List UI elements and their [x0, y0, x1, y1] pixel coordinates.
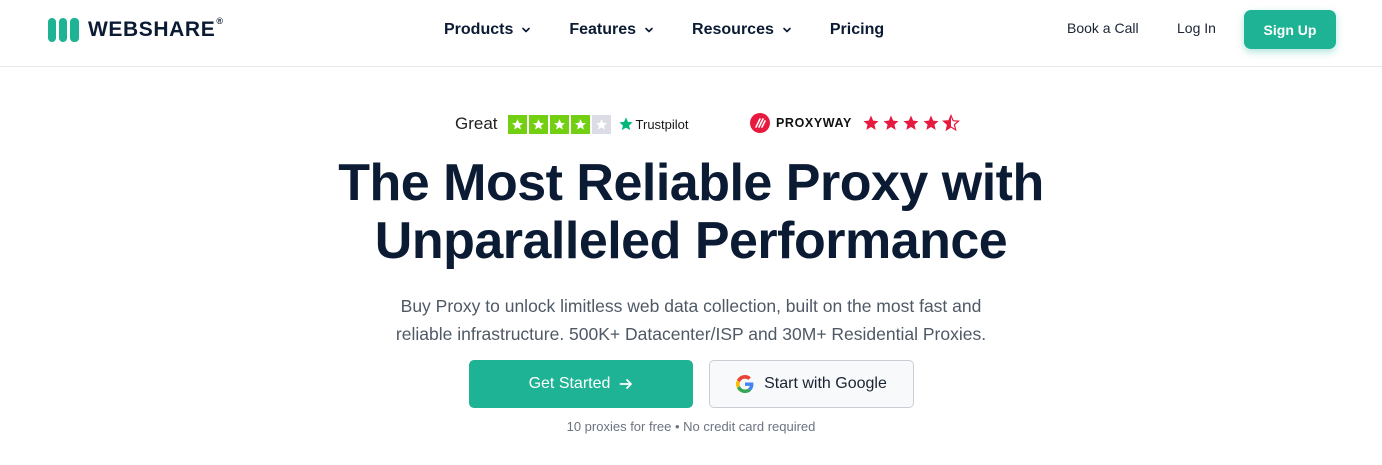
- hero-title-line-2: Unparalleled Performance: [374, 212, 1008, 270]
- start-with-google-button[interactable]: Start with Google: [709, 360, 914, 408]
- nav-item-label: Pricing: [829, 21, 885, 38]
- star-half-icon: [941, 114, 960, 132]
- proxyway-brand-label: PROXYWAY: [776, 116, 852, 130]
- star-icon: [883, 115, 899, 130]
- proxyway-stars: [862, 114, 960, 132]
- nav-item-label: Features: [569, 21, 637, 38]
- proxyway-rating[interactable]: PROXYWAY: [750, 112, 960, 134]
- logo-text: WEBSHARE®: [88, 16, 224, 41]
- trustpilot-star-icon: [618, 117, 633, 131]
- main-nav: Products Features Resources Pricing: [444, 18, 884, 42]
- webshare-logo[interactable]: WEBSHARE®: [48, 16, 224, 43]
- get-started-button[interactable]: Get Started: [469, 360, 693, 408]
- star-icon: [507, 114, 527, 134]
- get-started-label: Get Started: [528, 375, 611, 392]
- chevron-down-icon: [522, 27, 531, 33]
- trustpilot-stars: [507, 114, 611, 134]
- trustpilot-rating[interactable]: Great Trustpilot: [455, 113, 689, 135]
- star-icon: [570, 114, 590, 134]
- hero-subtitle-line-1: Buy Proxy to unlock limitless web data c…: [400, 296, 982, 316]
- trustpilot-brand-label: Trustpilot: [635, 116, 689, 132]
- nav-item-features[interactable]: Features: [569, 21, 654, 39]
- nav-item-products[interactable]: Products: [444, 21, 531, 39]
- nav-item-resources[interactable]: Resources: [692, 21, 792, 39]
- signup-button[interactable]: Sign Up: [1244, 10, 1336, 49]
- nav-item-label: Resources: [692, 21, 774, 38]
- webshare-logo-icon: [48, 18, 79, 42]
- star-icon: [903, 115, 919, 130]
- star-empty-icon: [591, 114, 611, 134]
- hero-subtitle-line-2: reliable infrastructure. 500K+ Datacente…: [395, 324, 987, 344]
- nav-item-pricing[interactable]: Pricing: [830, 21, 884, 39]
- google-icon: [736, 375, 754, 393]
- proxyway-logo-icon: [750, 113, 770, 133]
- nav-item-label: Products: [444, 21, 514, 38]
- hero-note: 10 proxies for free • No credit card req…: [566, 419, 816, 434]
- chevron-down-icon: [645, 27, 653, 33]
- hero-subtitle: Buy Proxy to unlock limitless web data c…: [0, 292, 1382, 348]
- star-icon: [863, 115, 879, 130]
- site-header: WEBSHARE® Products Features Resources Pr…: [0, 0, 1382, 67]
- start-with-google-label: Start with Google: [764, 375, 887, 392]
- trustpilot-score-word: Great: [455, 114, 498, 133]
- star-icon: [923, 115, 939, 130]
- chevron-down-icon: [783, 27, 791, 33]
- arrow-right-icon: [620, 379, 633, 389]
- login-link[interactable]: Log In: [1177, 20, 1216, 36]
- star-icon: [528, 114, 548, 134]
- trustpilot-brand: Trustpilot: [618, 116, 689, 132]
- hero-title-line-1: The Most Reliable Proxy with: [338, 154, 1044, 212]
- book-call-link[interactable]: Book a Call: [1067, 20, 1139, 36]
- star-icon: [549, 114, 569, 134]
- hero-title: The Most Reliable Proxy with Unparallele…: [0, 154, 1382, 270]
